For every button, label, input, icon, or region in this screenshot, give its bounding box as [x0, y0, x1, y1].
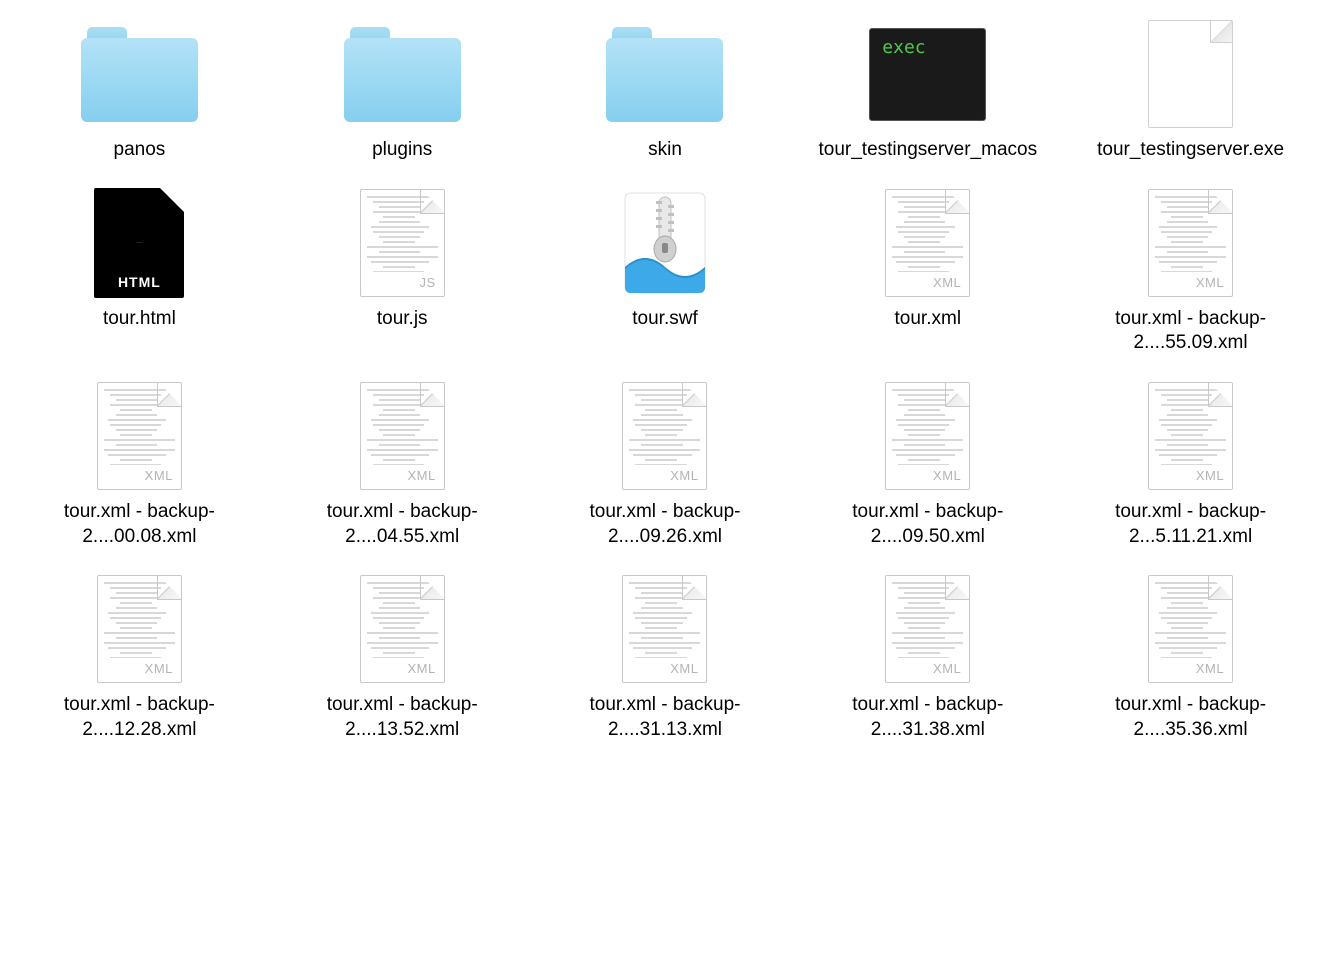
file-badge: XML [670, 661, 698, 676]
code-file-icon: XML [1148, 575, 1233, 683]
file-item[interactable]: exec tour_testingserver_macos [796, 10, 1059, 167]
file-label: tour_testingserver_macos [818, 138, 1037, 163]
file-label: skin [648, 138, 682, 163]
icon-container: JS [342, 183, 462, 303]
file-badge: XML [933, 468, 961, 483]
html-file-icon: — HTML [94, 188, 184, 298]
file-badge: HTML [94, 274, 184, 290]
file-item[interactable]: XML tour.xml - backup-2....55.09.xml [1059, 179, 1322, 360]
folder-icon [81, 27, 198, 122]
file-item[interactable]: tour.swf [534, 179, 797, 360]
file-item[interactable]: tour_testingserver.exe [1059, 10, 1322, 167]
folder-icon [344, 27, 461, 122]
file-item[interactable]: XML tour.xml - backup-2....04.55.xml [271, 372, 534, 553]
icon-container: exec [868, 14, 988, 134]
file-badge: JS [420, 275, 436, 290]
file-label: tour.xml - backup-2...5.11.21.xml [1073, 500, 1309, 549]
code-file-icon: XML [1148, 382, 1233, 490]
icon-container [605, 14, 725, 134]
code-file-icon: XML [622, 382, 707, 490]
file-item[interactable]: JS tour.js [271, 179, 534, 360]
file-label: tour_testingserver.exe [1097, 138, 1284, 163]
code-file-icon: XML [885, 189, 970, 297]
code-file-icon: XML [97, 575, 182, 683]
file-label: tour.xml - backup-2....31.38.xml [810, 693, 1046, 742]
icon-container: XML [79, 569, 199, 689]
icon-container: XML [342, 569, 462, 689]
icon-container: XML [868, 183, 988, 303]
file-item[interactable]: XML tour.xml - backup-2....00.08.xml [8, 372, 271, 553]
file-item[interactable]: XML tour.xml - backup-2....09.50.xml [796, 372, 1059, 553]
icon-container: XML [1131, 183, 1251, 303]
file-label: tour.xml - backup-2....35.36.xml [1073, 693, 1309, 742]
icon-container [342, 14, 462, 134]
file-badge: XML [145, 661, 173, 676]
file-badge: XML [1196, 468, 1224, 483]
icon-container: — HTML [79, 183, 199, 303]
file-item[interactable]: XML tour.xml - backup-2....31.13.xml [534, 565, 797, 746]
icon-container: XML [605, 376, 725, 496]
file-label: tour.xml [895, 307, 962, 332]
icon-container: XML [868, 376, 988, 496]
exec-icon: exec [869, 28, 986, 121]
file-badge: XML [145, 468, 173, 483]
file-item[interactable]: XML tour.xml - backup-2....12.28.xml [8, 565, 271, 746]
file-item[interactable]: XML tour.xml - backup-2....31.38.xml [796, 565, 1059, 746]
icon-container [79, 14, 199, 134]
code-file-icon: XML [622, 575, 707, 683]
code-file-icon: XML [885, 575, 970, 683]
code-file-icon: XML [360, 575, 445, 683]
file-label: tour.xml - backup-2....13.52.xml [284, 693, 520, 742]
swf-file-icon [615, 189, 715, 297]
file-badge: XML [1196, 661, 1224, 676]
file-grid: panos plugins skin exec tour_testingserv… [0, 0, 1330, 757]
code-file-icon: XML [97, 382, 182, 490]
file-item[interactable]: XML tour.xml - backup-2...5.11.21.xml [1059, 372, 1322, 553]
file-item[interactable]: — HTML tour.html [8, 179, 271, 360]
file-item[interactable]: panos [8, 10, 271, 167]
icon-container: XML [1131, 376, 1251, 496]
file-label: tour.js [377, 307, 428, 332]
folder-icon [606, 27, 723, 122]
file-badge: XML [407, 468, 435, 483]
file-label: panos [114, 138, 166, 163]
file-item[interactable]: XML tour.xml - backup-2....13.52.xml [271, 565, 534, 746]
file-label: tour.xml - backup-2....55.09.xml [1073, 307, 1309, 356]
icon-container: XML [868, 569, 988, 689]
icon-container: XML [342, 376, 462, 496]
file-badge: XML [933, 661, 961, 676]
code-file-icon: XML [885, 382, 970, 490]
exec-label: exec [882, 37, 925, 58]
icon-container: XML [1131, 569, 1251, 689]
icon-container: XML [605, 569, 725, 689]
icon-container [605, 183, 725, 303]
file-item[interactable]: XML tour.xml [796, 179, 1059, 360]
file-badge: XML [670, 468, 698, 483]
icon-container [1131, 14, 1251, 134]
code-file-icon: XML [360, 382, 445, 490]
file-label: tour.xml - backup-2....31.13.xml [547, 693, 783, 742]
code-file-icon: XML [1148, 189, 1233, 297]
file-item[interactable]: XML tour.xml - backup-2....35.36.xml [1059, 565, 1322, 746]
file-badge: XML [933, 275, 961, 290]
file-label: tour.xml - backup-2....09.50.xml [810, 500, 1046, 549]
file-badge: XML [407, 661, 435, 676]
file-badge: XML [1196, 275, 1224, 290]
icon-container: XML [79, 376, 199, 496]
file-label: tour.xml - backup-2....09.26.xml [547, 500, 783, 549]
file-item[interactable]: plugins [271, 10, 534, 167]
blank-file-icon [1148, 20, 1233, 128]
file-label: tour.swf [632, 307, 697, 332]
file-item[interactable]: XML tour.xml - backup-2....09.26.xml [534, 372, 797, 553]
code-file-icon: JS [360, 189, 445, 297]
file-label: tour.xml - backup-2....00.08.xml [21, 500, 257, 549]
file-label: plugins [372, 138, 432, 163]
file-label: tour.html [103, 307, 176, 332]
file-label: tour.xml - backup-2....12.28.xml [21, 693, 257, 742]
file-item[interactable]: skin [534, 10, 797, 167]
file-label: tour.xml - backup-2....04.55.xml [284, 500, 520, 549]
